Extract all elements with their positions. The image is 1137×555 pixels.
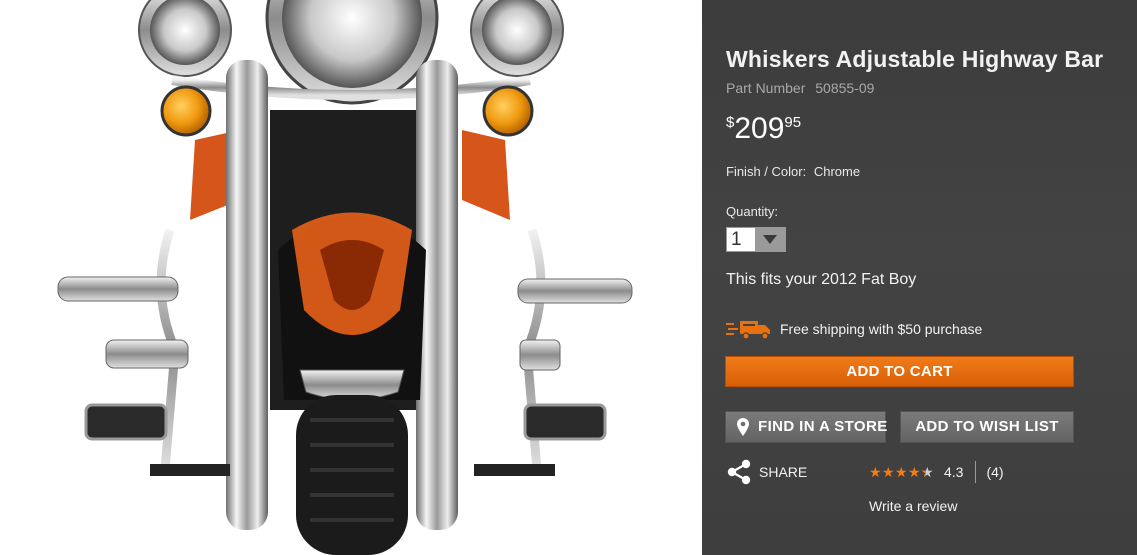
product-info-panel: Whiskers Adjustable Highway Bar Part Num… [702, 0, 1137, 555]
rating-divider [975, 461, 977, 483]
price-currency: $ [726, 114, 735, 131]
share-icon [727, 459, 751, 485]
find-in-store-button[interactable]: FIND IN A STORE [725, 411, 888, 443]
find-in-store-label: FIND IN A STORE [758, 418, 888, 435]
product-rating[interactable]: ★ ★ ★ ★ ★★ 4.3 (4) [869, 461, 1004, 483]
star-icon: ★ [895, 464, 908, 480]
star-partial-icon: ★★ [921, 464, 934, 480]
write-review-link[interactable]: Write a review [869, 498, 957, 514]
rating-value: 4.3 [944, 464, 964, 480]
fitment-message: This fits your 2012 Fat Boy [726, 271, 917, 288]
star-icon: ★ [882, 464, 895, 480]
truck-icon [726, 321, 770, 340]
shipping-text: Free shipping with $50 purchase [780, 321, 983, 337]
add-to-wish-list-button[interactable]: ADD TO WISH LIST [900, 411, 1074, 443]
share-button[interactable]: SHARE [726, 459, 807, 485]
product-price: $20995 [726, 112, 801, 146]
share-label: SHARE [759, 464, 808, 480]
quantity-dropdown-button[interactable] [755, 228, 785, 251]
price-dollars: 209 [734, 112, 785, 145]
motorcycle-front-illustration [57, 0, 633, 555]
star-icon: ★ [908, 464, 921, 480]
quantity-select[interactable]: 1 [726, 227, 786, 252]
price-cents: 95 [784, 114, 802, 131]
quantity-value: 1 [731, 229, 742, 250]
finish-value: Chrome [813, 164, 861, 179]
shipping-info: Free shipping with $50 purchase [726, 318, 982, 340]
part-number-label: Part Number [726, 80, 806, 96]
product-image [0, 0, 702, 555]
add-to-cart-button[interactable]: ADD TO CART [725, 356, 1074, 387]
part-number-value: 50855-09 [815, 80, 875, 96]
chevron-down-icon [763, 235, 777, 244]
star-icon: ★ [869, 464, 882, 480]
quantity-label: Quantity: [726, 204, 779, 219]
part-number-line: Part Number 50855-09 [726, 80, 874, 96]
location-pin-icon [737, 418, 749, 436]
review-count[interactable]: (4) [986, 464, 1003, 480]
rating-stars: ★ ★ ★ ★ ★★ [869, 465, 934, 479]
product-title: Whiskers Adjustable Highway Bar [726, 46, 1104, 72]
finish-color: Finish / Color: Chrome [726, 164, 860, 179]
finish-label: Finish / Color: [726, 164, 807, 179]
